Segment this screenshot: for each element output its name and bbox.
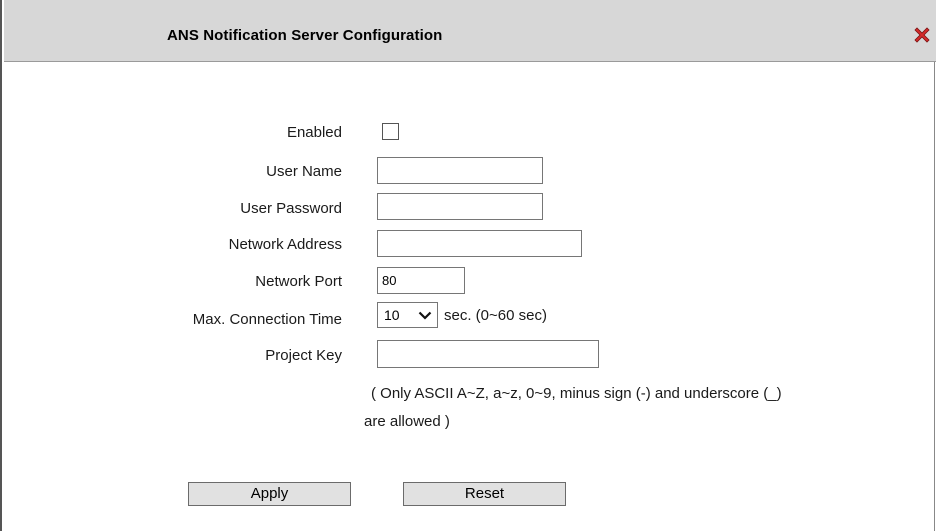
max-connection-time-select[interactable]: 10 [377,302,438,328]
apply-button[interactable]: Apply [188,482,351,506]
project-key-input[interactable] [377,340,599,368]
user-name-input[interactable] [377,157,543,184]
project-key-label: Project Key [265,347,342,364]
network-port-input[interactable] [377,267,465,294]
enabled-label: Enabled [286,124,342,141]
dialog-titlebar: ANS Notification Server Configuration [4,0,936,62]
close-x-icon [914,27,930,43]
network-port-label: Network Port [255,273,342,290]
enabled-checkbox[interactable] [382,123,399,140]
user-password-input[interactable] [377,193,543,220]
chevron-down-icon [418,311,432,320]
max-connection-time-label: Max. Connection Time [192,311,342,328]
close-button[interactable] [911,24,933,46]
dialog-title: ANS Notification Server Configuration [167,27,443,44]
user-name-label: User Name [266,163,342,180]
max-connection-time-suffix: sec. (0~60 sec) [444,307,547,324]
user-password-label: User Password [240,200,342,217]
reset-button[interactable]: Reset [403,482,566,506]
network-address-input[interactable] [377,230,582,257]
project-key-note-line1: ( Only ASCII A~Z, a~z, 0~9, minus sign (… [371,385,782,402]
max-connection-time-value: 10 [384,307,400,323]
ans-config-dialog: ANS Notification Server Configuration En… [0,0,936,531]
project-key-note-line2: are allowed ) [364,413,450,430]
network-address-label: Network Address [228,236,342,253]
